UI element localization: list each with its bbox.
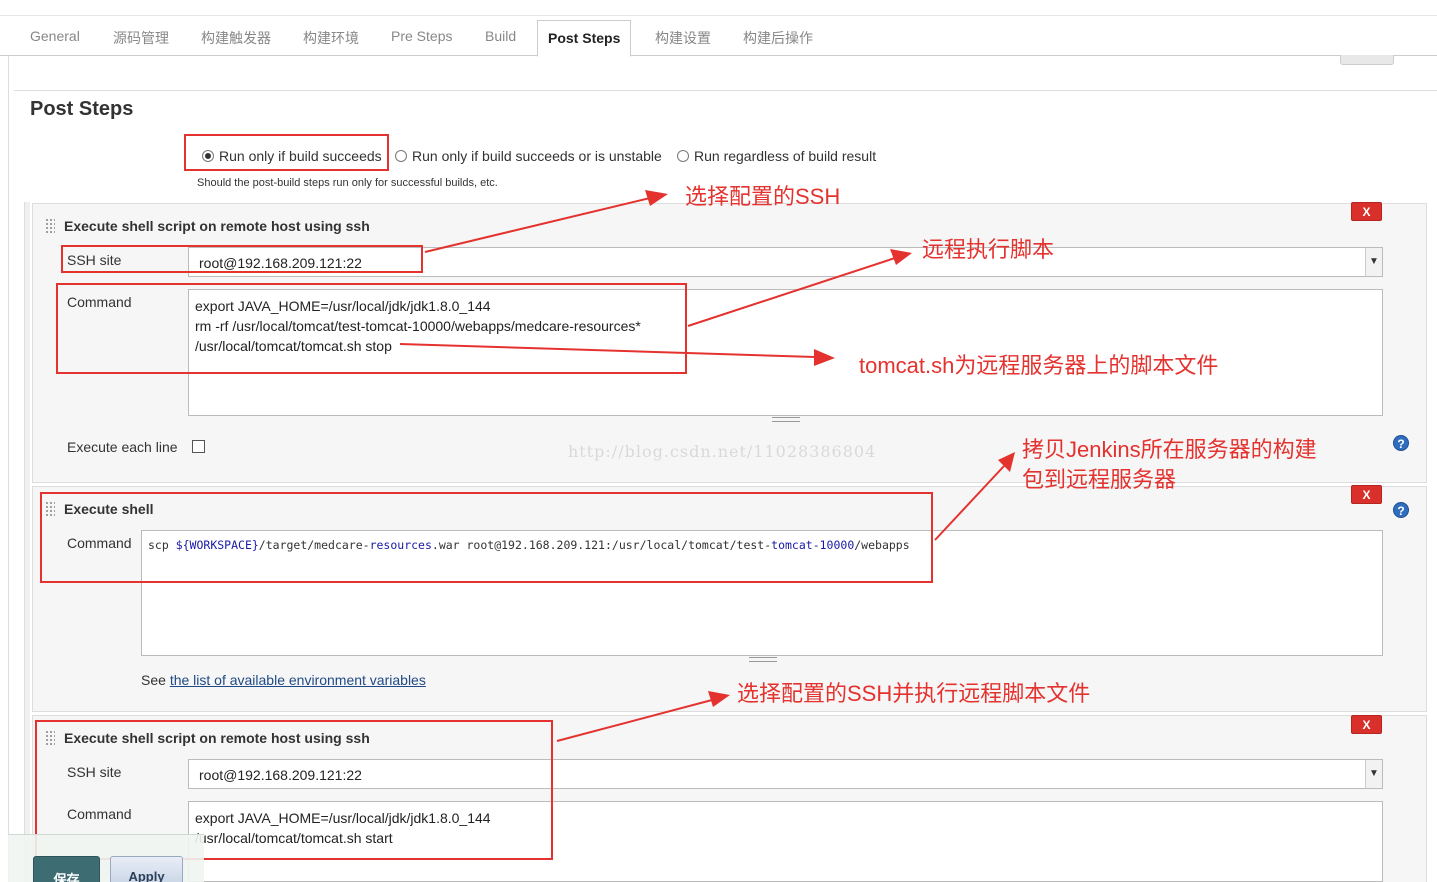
arrowhead-icon	[890, 249, 912, 265]
arrow-to-tomcat-note	[399, 343, 816, 358]
arrowhead-icon	[814, 349, 835, 366]
save-button[interactable]: 保存	[33, 856, 100, 882]
arrowhead-icon	[645, 190, 668, 206]
arrow-to-ssh-note	[424, 197, 651, 253]
annotation-tomcat-script: tomcat.sh为远程服务器上的脚本文件	[859, 353, 1219, 378]
arrowhead-icon	[708, 691, 730, 707]
annotation-copy-line1: 拷贝Jenkins所在服务器的构建	[1022, 437, 1317, 462]
arrow-to-copy-note	[934, 465, 1005, 541]
annotation-remote-script: 远程执行脚本	[922, 237, 1055, 262]
annotation-copy-line2: 包到远程服务器	[1022, 467, 1177, 492]
annotation-select-ssh: 选择配置的SSH	[685, 184, 841, 209]
apply-button[interactable]: Apply	[110, 856, 183, 882]
arrow-to-script-note	[687, 257, 896, 327]
arrow-to-execute-note	[556, 699, 713, 742]
annotation-ssh-execute: 选择配置的SSH并执行远程脚本文件	[737, 681, 1091, 706]
